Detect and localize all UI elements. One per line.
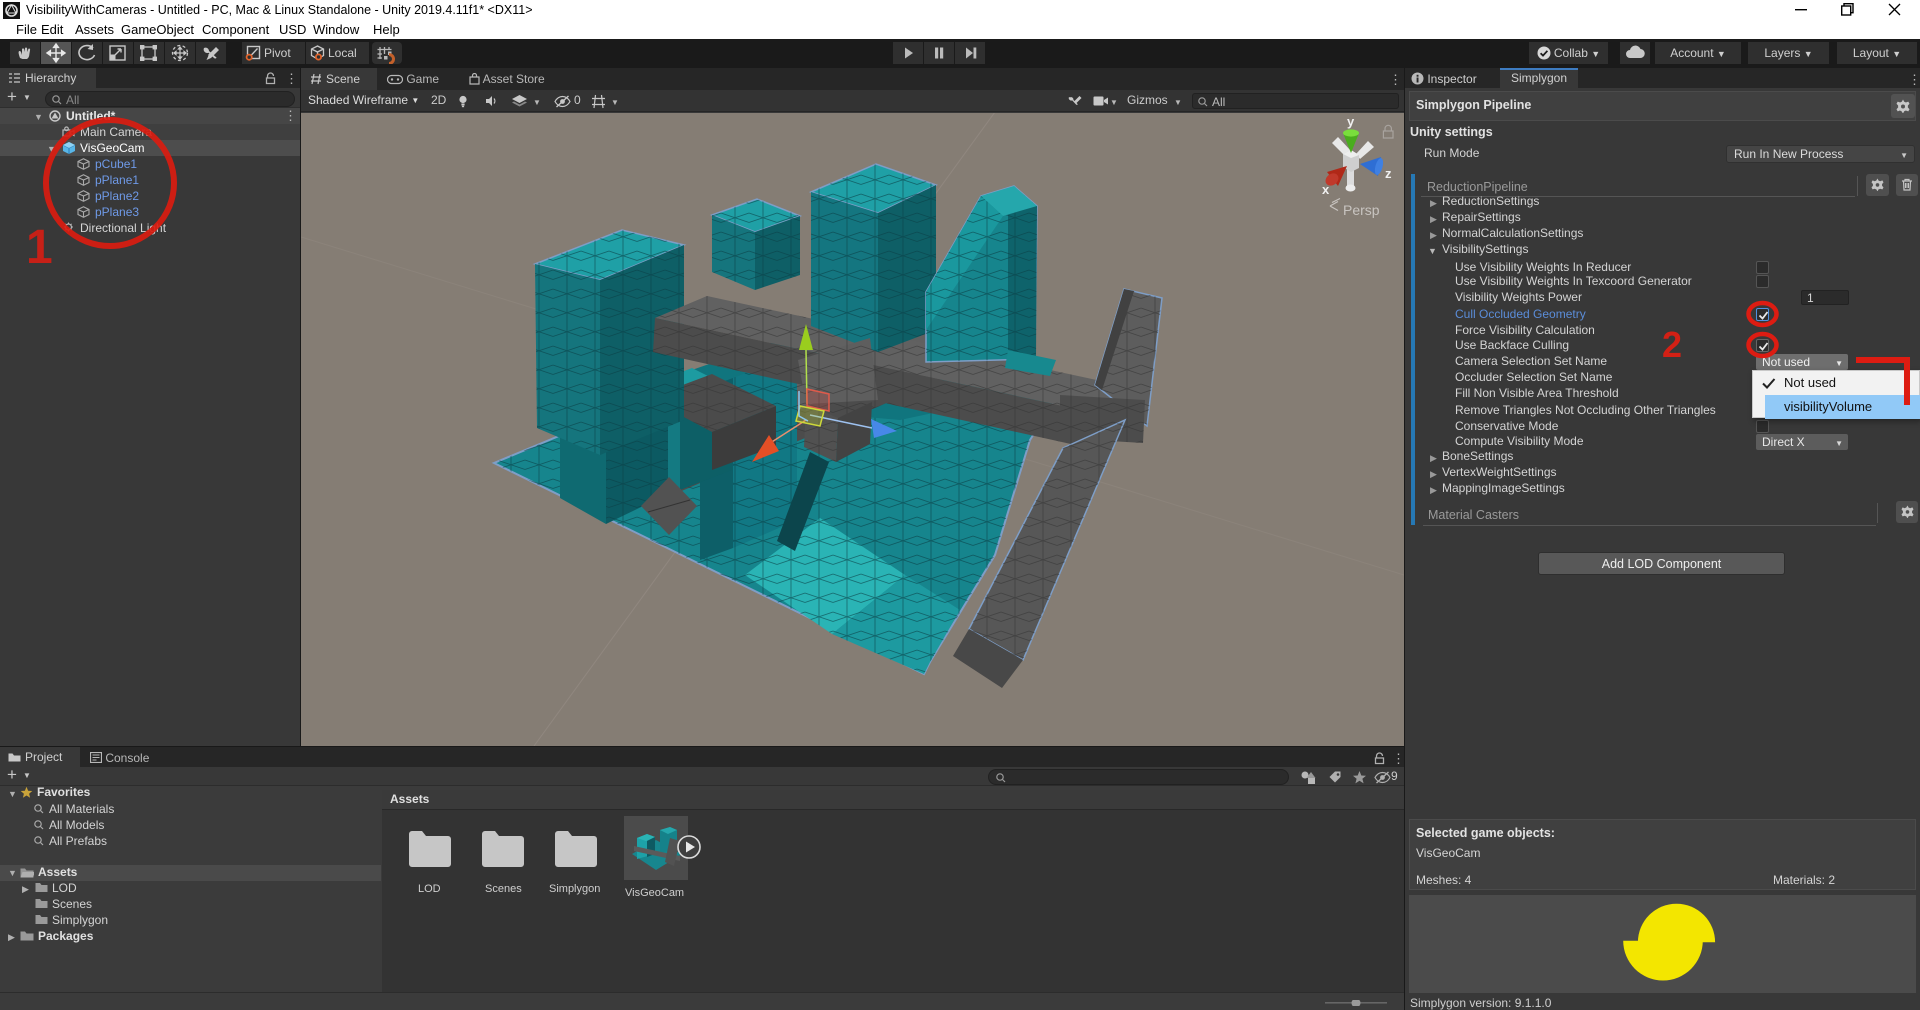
svg-text:2: 2 <box>1662 324 1682 365</box>
svg-text:x: x <box>1322 182 1330 197</box>
svg-text:z: z <box>1385 166 1392 181</box>
svg-text:y: y <box>1347 114 1355 129</box>
svg-text:Persp: Persp <box>1343 202 1380 218</box>
